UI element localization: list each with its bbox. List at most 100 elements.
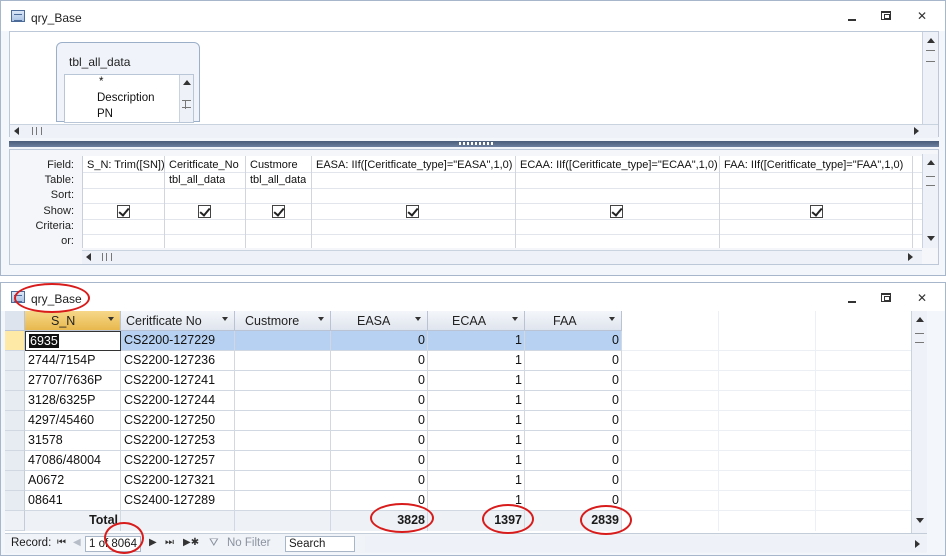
filter-icon[interactable]: ⛛ xyxy=(209,537,219,550)
qbe-field-cell[interactable]: Custmore xyxy=(250,159,298,171)
table-cell[interactable]: 0 xyxy=(525,371,622,391)
qbe-column[interactable]: FAA: IIf([Ceritficate_type]="FAA",1,0) xyxy=(720,156,913,248)
qbe-table-cell[interactable]: tbl_all_data xyxy=(169,174,225,186)
table-cell[interactable]: 0 xyxy=(525,451,622,471)
table-cell[interactable]: 0 xyxy=(331,471,428,491)
previous-record-icon[interactable]: ◀ xyxy=(73,537,81,548)
row-selector[interactable] xyxy=(5,391,25,411)
table-cell[interactable]: CS2200-127321 xyxy=(121,471,235,491)
table-cell[interactable]: CS2200-127241 xyxy=(121,371,235,391)
next-record-icon[interactable]: ▶ xyxy=(149,537,157,548)
dropdown-arrow-icon[interactable] xyxy=(108,317,114,321)
qbe-column[interactable]: S_N: Trim([SN]) xyxy=(83,156,165,248)
dropdown-arrow-icon[interactable] xyxy=(415,317,421,321)
close-button[interactable]: ✕ xyxy=(915,291,929,305)
scroll-up-icon[interactable] xyxy=(916,317,924,322)
table-cell[interactable]: 0 xyxy=(331,411,428,431)
table-cell[interactable] xyxy=(235,471,331,491)
qbe-field-cell[interactable]: EASA: IIf([Ceritficate_type]="EASA",1,0) xyxy=(316,159,512,171)
table-cell[interactable]: 27707/7636P xyxy=(25,371,121,391)
new-record-icon[interactable]: ▶✱ xyxy=(183,537,199,548)
table-cell[interactable]: 1 xyxy=(428,391,525,411)
table-cell[interactable]: 1 xyxy=(428,411,525,431)
table-cell[interactable]: 1 xyxy=(428,351,525,371)
table-cell[interactable]: 0 xyxy=(331,451,428,471)
table-cell[interactable]: 47086/48004 xyxy=(25,451,121,471)
table-cell[interactable]: 0 xyxy=(525,471,622,491)
table-cell[interactable]: A0672 xyxy=(25,471,121,491)
field-list-scrollbar[interactable] xyxy=(179,75,193,122)
show-checkbox[interactable] xyxy=(610,205,623,218)
row-selector[interactable] xyxy=(5,411,25,431)
minimize-button[interactable] xyxy=(845,9,859,23)
row-selector[interactable] xyxy=(5,351,25,371)
table-cell[interactable]: 1 xyxy=(428,431,525,451)
show-checkbox[interactable] xyxy=(117,205,130,218)
table-cell[interactable]: 31578 xyxy=(25,431,121,451)
table-cell[interactable] xyxy=(235,411,331,431)
table-pane-hscroll[interactable] xyxy=(10,124,938,138)
field-list-item[interactable]: PN xyxy=(97,108,113,120)
column-header-s-n[interactable]: S_N xyxy=(25,311,121,331)
row-selector[interactable] xyxy=(5,371,25,391)
table-cell[interactable] xyxy=(235,391,331,411)
scroll-grip-icon[interactable] xyxy=(926,176,935,186)
splitter-grip-icon[interactable] xyxy=(459,142,495,145)
row-selector[interactable] xyxy=(5,431,25,451)
row-selector[interactable] xyxy=(5,451,25,471)
table-cell[interactable]: 6935 xyxy=(25,331,121,351)
table-cell[interactable]: 4297/45460 xyxy=(25,411,121,431)
restore-button[interactable] xyxy=(879,9,893,23)
scroll-grip-icon[interactable] xyxy=(182,100,191,109)
table-cell[interactable]: 0 xyxy=(525,391,622,411)
column-header-certificate-no[interactable]: Ceritficate No xyxy=(121,311,235,331)
column-header-custmore[interactable]: Custmore xyxy=(235,311,331,331)
table-cell[interactable] xyxy=(235,351,331,371)
table-cell[interactable]: CS2200-127257 xyxy=(121,451,235,471)
field-list-item[interactable]: * xyxy=(99,76,103,88)
table-cell[interactable]: 08641 xyxy=(25,491,121,511)
dropdown-arrow-icon[interactable] xyxy=(512,317,518,321)
no-filter-button[interactable]: No Filter xyxy=(227,537,270,549)
scroll-left-icon[interactable] xyxy=(86,253,91,261)
dropdown-arrow-icon[interactable] xyxy=(222,317,228,321)
datasheet-vscroll[interactable] xyxy=(911,311,927,533)
table-cell[interactable]: 0 xyxy=(525,351,622,371)
last-record-icon[interactable]: ⏭ xyxy=(165,537,174,548)
scroll-up-icon[interactable] xyxy=(927,160,935,165)
column-header-easa[interactable]: EASA xyxy=(331,311,428,331)
table-cell[interactable] xyxy=(235,331,331,351)
table-cell[interactable]: 1 xyxy=(428,371,525,391)
total-cell[interactable] xyxy=(235,511,331,531)
table-cell[interactable] xyxy=(235,491,331,511)
dropdown-arrow-icon[interactable] xyxy=(609,317,615,321)
table-cell[interactable]: 1 xyxy=(428,451,525,471)
qbe-hscroll[interactable] xyxy=(82,250,922,264)
table-cell[interactable]: 0 xyxy=(331,431,428,451)
table-cell[interactable]: 0 xyxy=(331,351,428,371)
table-cell[interactable]: 3128/6325P xyxy=(25,391,121,411)
restore-button[interactable] xyxy=(879,291,893,305)
qbe-column[interactable]: Custmore tbl_all_data xyxy=(246,156,312,248)
scroll-down-icon[interactable] xyxy=(916,518,924,523)
table-cell[interactable]: CS2200-127229 xyxy=(121,331,235,351)
table-cell[interactable]: CS2200-127250 xyxy=(121,411,235,431)
column-header-faa[interactable]: FAA xyxy=(525,311,622,331)
scroll-grip-icon[interactable] xyxy=(102,253,112,261)
show-checkbox[interactable] xyxy=(810,205,823,218)
table-cell[interactable] xyxy=(235,371,331,391)
total-row-selector[interactable] xyxy=(5,511,25,531)
datasheet-hscroll[interactable] xyxy=(365,536,927,552)
field-list-tbl-all-data[interactable]: tbl_all_data * Description PN xyxy=(56,42,200,123)
scroll-grip-icon[interactable] xyxy=(32,127,42,135)
scroll-right-icon[interactable] xyxy=(914,127,919,135)
field-list-item[interactable]: Description xyxy=(97,92,155,104)
table-cell[interactable]: CS2200-127236 xyxy=(121,351,235,371)
show-checkbox[interactable] xyxy=(198,205,211,218)
table-cell[interactable] xyxy=(235,451,331,471)
dropdown-arrow-icon[interactable] xyxy=(318,317,324,321)
table-cell[interactable]: 0 xyxy=(525,331,622,351)
qbe-vscroll[interactable] xyxy=(922,154,938,248)
qbe-column[interactable]: ECAA: IIf([Ceritficate_type]="ECAA",1,0) xyxy=(516,156,720,248)
table-cell[interactable]: 2744/7154P xyxy=(25,351,121,371)
